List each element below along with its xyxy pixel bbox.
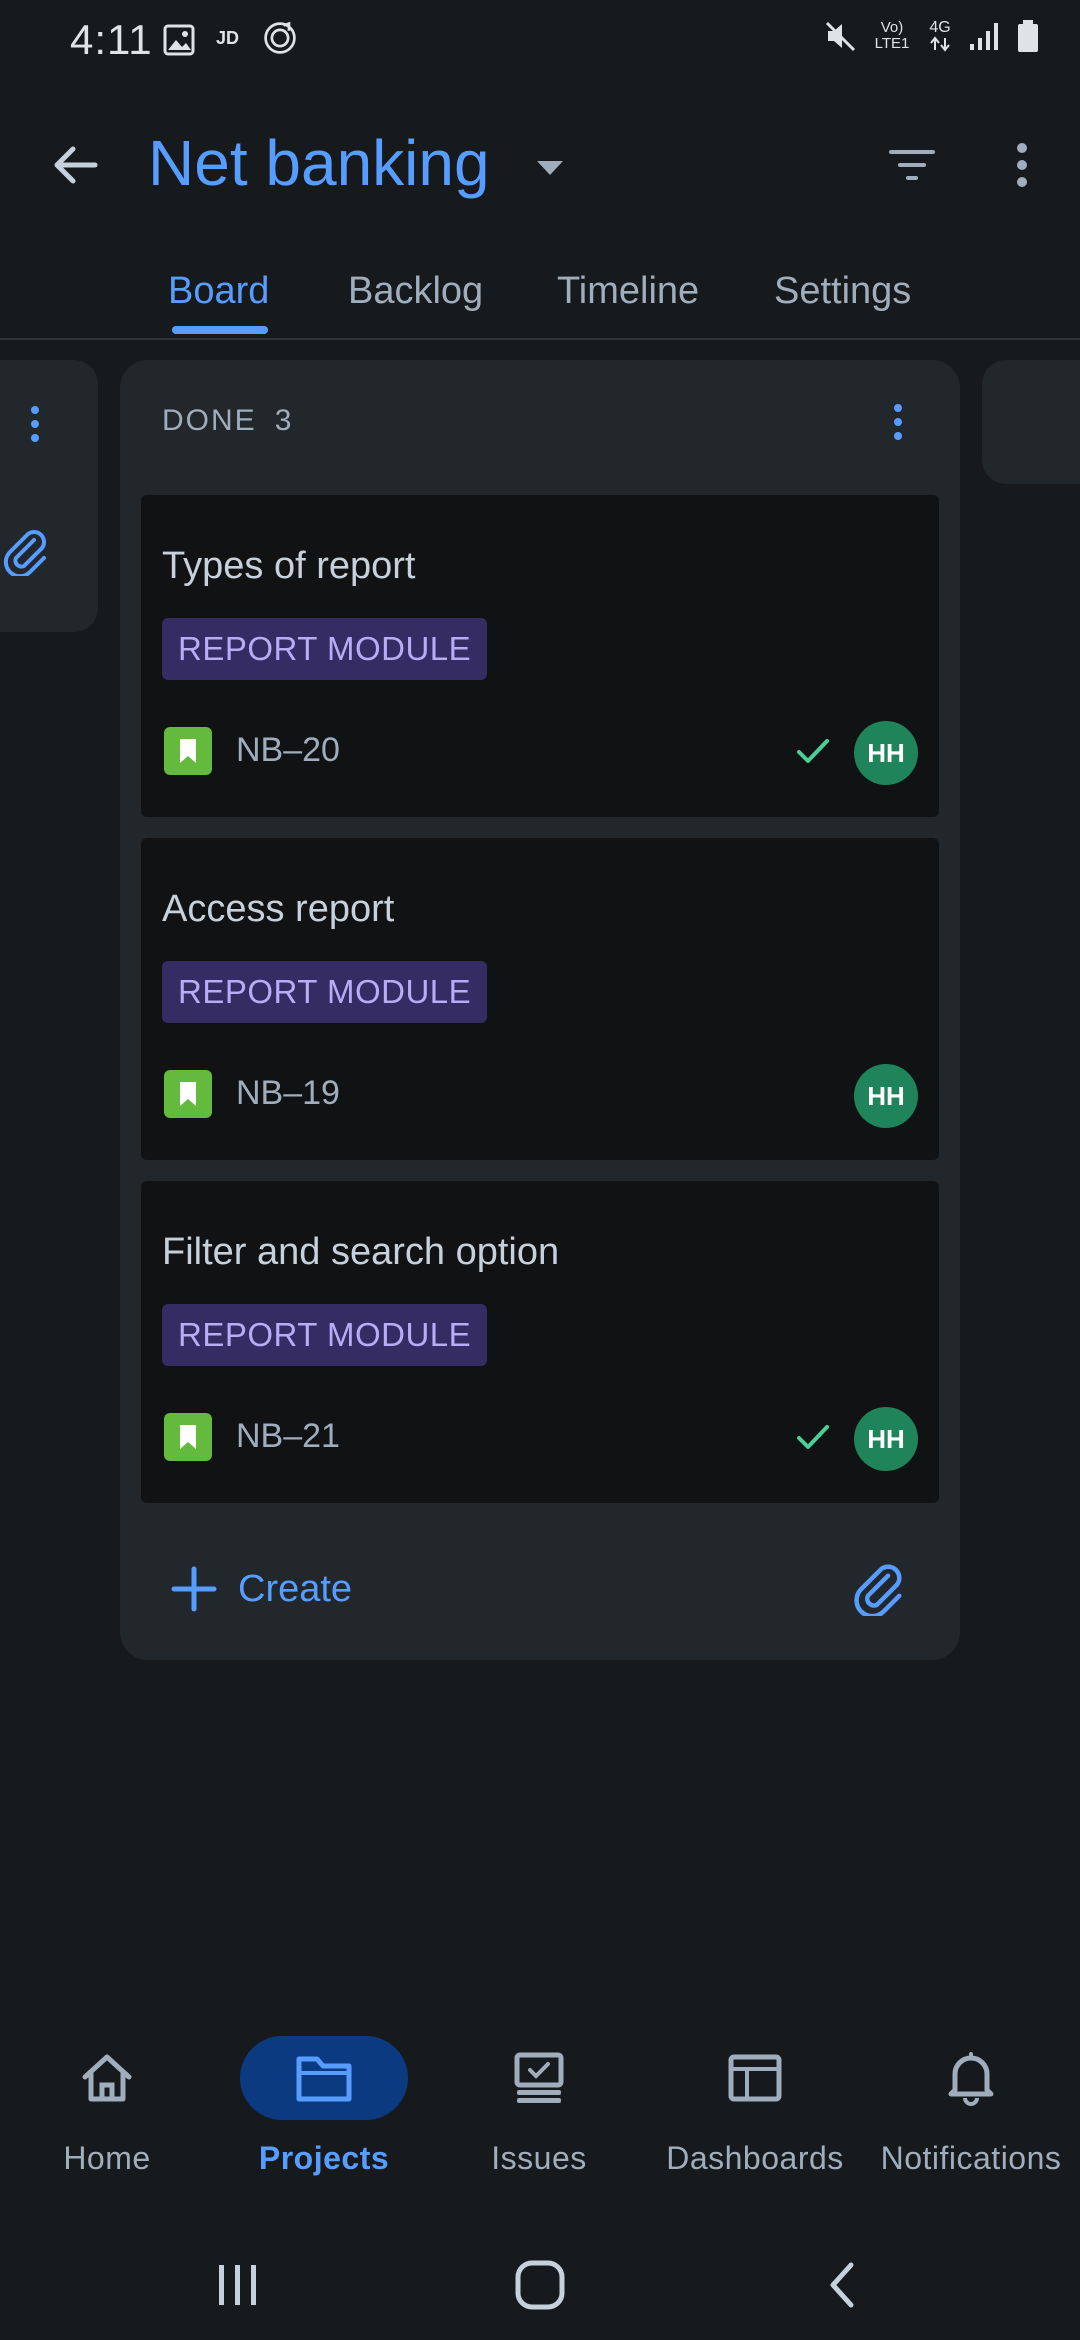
tab-backlog[interactable]: Backlog bbox=[348, 270, 483, 313]
create-label: Create bbox=[238, 1567, 353, 1610]
folder-icon bbox=[296, 2056, 352, 2102]
nav-dashboards[interactable]: Dashboards bbox=[650, 2020, 860, 2190]
issue-card[interactable]: Filter and search option REPORT MODULE N… bbox=[141, 1181, 939, 1503]
attachment-icon bbox=[3, 530, 46, 576]
nav-label: Issues bbox=[491, 2140, 587, 2176]
nav-issues[interactable]: Issues bbox=[434, 2020, 644, 2190]
issue-title: Access report bbox=[162, 888, 395, 930]
issue-title: Filter and search option bbox=[162, 1231, 560, 1273]
next-column[interactable] bbox=[982, 360, 1080, 484]
status-icons: Vo) LTE1 4G bbox=[824, 18, 1040, 54]
nav-projects-icon-wrap bbox=[240, 2036, 408, 2120]
nav-notifications[interactable]: Notifications bbox=[866, 2020, 1076, 2190]
story-type-icon bbox=[164, 1070, 212, 1118]
dashboard-icon bbox=[728, 2054, 782, 2102]
issue-key: NB–21 bbox=[236, 1417, 340, 1455]
mute-icon bbox=[825, 21, 856, 52]
arrow-left-icon bbox=[54, 146, 98, 184]
column-count: 3 bbox=[274, 404, 292, 437]
issues-icon bbox=[514, 2052, 564, 2103]
assignee-avatar: HH bbox=[854, 721, 918, 785]
nav-label: Dashboards bbox=[666, 2140, 844, 2176]
nav-label: Projects bbox=[258, 2140, 390, 2176]
project-title[interactable]: Net banking bbox=[148, 126, 490, 200]
battery-icon bbox=[1018, 20, 1038, 52]
status-bar: 4:11 JD Vo) LTE1 4G bbox=[0, 0, 1080, 80]
nav-dashboards-icon-wrap bbox=[671, 2036, 839, 2120]
home-circle-icon bbox=[515, 2260, 565, 2310]
bookmark-icon bbox=[180, 1425, 196, 1449]
create-issue-button[interactable]: Create bbox=[170, 1554, 352, 1624]
tab-settings[interactable]: Settings bbox=[774, 270, 911, 313]
attach-button[interactable] bbox=[846, 1556, 910, 1620]
done-check-icon bbox=[793, 1417, 833, 1457]
column-name: DONE bbox=[162, 404, 257, 437]
nav-label: Notifications bbox=[880, 2140, 1062, 2176]
assignee-avatar: HH bbox=[854, 1064, 918, 1128]
project-switcher-button[interactable] bbox=[530, 150, 570, 186]
back-button[interactable] bbox=[40, 130, 110, 200]
nav-projects[interactable]: Projects bbox=[219, 2020, 429, 2190]
epic-label: REPORT MODULE bbox=[162, 1304, 488, 1366]
more-vertical-icon bbox=[894, 404, 902, 440]
data-arrows-icon bbox=[930, 36, 950, 52]
nav-home[interactable]: Home bbox=[2, 2020, 212, 2190]
nav-home-icon-wrap bbox=[23, 2036, 191, 2120]
previous-column[interactable] bbox=[0, 360, 98, 632]
status-time: 4:11 bbox=[70, 16, 153, 63]
nav-notifications-icon-wrap bbox=[887, 2036, 1055, 2120]
epic-label: REPORT MODULE bbox=[162, 961, 488, 1023]
story-type-icon bbox=[164, 727, 212, 775]
gallery-icon bbox=[163, 24, 195, 56]
done-check-icon bbox=[793, 731, 833, 771]
filter-button[interactable] bbox=[880, 130, 944, 200]
home-button[interactable] bbox=[500, 2250, 580, 2320]
network-type: 4G bbox=[929, 19, 951, 36]
story-type-icon bbox=[164, 1413, 212, 1461]
more-vertical-icon bbox=[31, 406, 39, 442]
active-tab-indicator bbox=[172, 326, 268, 334]
nav-label: Home bbox=[63, 2140, 151, 2176]
caret-down-icon bbox=[537, 161, 563, 175]
music-app-icon bbox=[264, 21, 296, 54]
signal-icon bbox=[970, 23, 998, 50]
tab-board[interactable]: Board bbox=[168, 270, 269, 313]
bell-icon bbox=[948, 2052, 994, 2106]
system-navigation-bar bbox=[0, 2230, 1080, 2340]
chevron-left-icon bbox=[830, 2262, 854, 2308]
more-vertical-icon bbox=[1017, 143, 1027, 187]
tab-timeline[interactable]: Timeline bbox=[557, 270, 699, 313]
column-more-button[interactable] bbox=[878, 396, 918, 448]
recent-apps-button[interactable] bbox=[198, 2250, 278, 2320]
issue-card[interactable]: Types of report REPORT MODULE NB–20 HH bbox=[141, 495, 939, 817]
bottom-navigation: Home Projects Issues Dashboards Notifica… bbox=[0, 2020, 1080, 2200]
nav-issues-icon-wrap bbox=[455, 2036, 623, 2120]
recent-apps-icon bbox=[219, 2265, 256, 2305]
filter-icon bbox=[889, 150, 935, 180]
bookmark-icon bbox=[180, 739, 196, 763]
issue-card[interactable]: Access report REPORT MODULE NB–19 HH bbox=[141, 838, 939, 1160]
system-back-button[interactable] bbox=[802, 2250, 882, 2320]
epic-label: REPORT MODULE bbox=[162, 618, 488, 680]
plus-icon bbox=[171, 1566, 217, 1612]
more-options-button[interactable] bbox=[992, 130, 1052, 200]
issue-key: NB–20 bbox=[236, 731, 340, 769]
issue-title: Types of report bbox=[162, 545, 416, 587]
home-icon bbox=[82, 2054, 132, 2102]
column-header: DONE 3 bbox=[162, 404, 291, 438]
issue-key: NB–19 bbox=[236, 1074, 340, 1112]
tab-bar: Board Backlog Timeline Settings bbox=[0, 262, 1080, 340]
attachment-icon bbox=[854, 1564, 902, 1616]
network-label: Vo) LTE1 bbox=[874, 19, 910, 52]
jd-app-icon: JD bbox=[216, 28, 240, 48]
assignee-avatar: HH bbox=[854, 1407, 918, 1471]
bookmark-icon bbox=[180, 1082, 196, 1106]
